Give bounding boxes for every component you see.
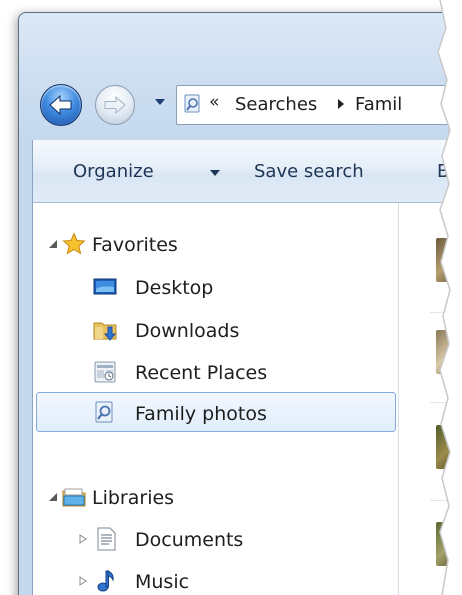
torn-edge-effect bbox=[437, 0, 462, 595]
screenshot-canvas: « Searches Famil Organize Save search B … bbox=[0, 0, 462, 595]
